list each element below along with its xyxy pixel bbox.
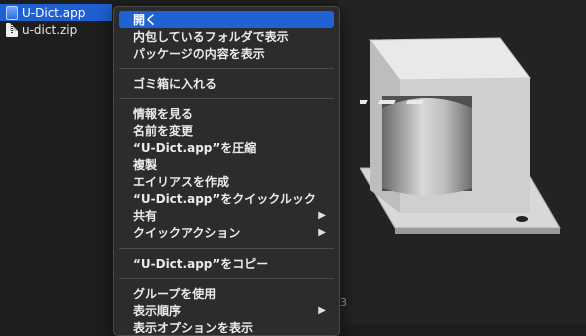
- menu-item-show-package-contents[interactable]: パッケージの内容を表示: [119, 45, 334, 62]
- menu-separator: [119, 98, 334, 99]
- submenu-arrow-icon: ▶: [318, 305, 326, 316]
- menu-item-compress[interactable]: “U-Dict.app”を圧縮: [119, 139, 334, 156]
- menu-item-move-to-trash[interactable]: ゴミ箱に入れる: [119, 75, 334, 92]
- menu-item-show-view-options[interactable]: 表示オプションを表示: [119, 319, 334, 336]
- menu-item-use-groups[interactable]: グループを使用: [119, 285, 334, 302]
- menu-item-label: パッケージの内容を表示: [133, 47, 265, 61]
- zip-icon: [6, 22, 18, 37]
- menu-item-label: “U-Dict.app”を圧縮: [133, 141, 257, 155]
- file-name: u-dict.zip: [22, 22, 78, 37]
- menu-item-open[interactable]: 開く: [119, 11, 334, 28]
- menu-item-share[interactable]: 共有 ▶: [119, 207, 334, 224]
- menu-item-rename[interactable]: 名前を変更: [119, 122, 334, 139]
- menu-item-label: “U-Dict.app”をコピー: [133, 257, 269, 271]
- menu-separator: [119, 68, 334, 69]
- menu-item-label: エイリアスを作成: [133, 175, 230, 189]
- file-name: U-Dict.app: [22, 5, 86, 20]
- menu-item-show-in-folder[interactable]: 内包しているフォルダで表示: [119, 28, 334, 45]
- menu-item-label: グループを使用: [133, 287, 217, 301]
- menu-item-label: 情報を見る: [133, 107, 194, 121]
- preview-text: 3: [340, 296, 347, 309]
- transformer-icon: [360, 37, 561, 234]
- file-list: U-Dict.app u-dict.zip: [0, 0, 112, 324]
- menu-item-make-alias[interactable]: エイリアスを作成: [119, 173, 334, 190]
- submenu-arrow-icon: ▶: [318, 210, 326, 221]
- menu-separator: [119, 278, 334, 279]
- menu-item-label: “U-Dict.app”をクイックルック: [133, 192, 316, 206]
- menu-item-quick-actions[interactable]: クイックアクション ▶: [119, 224, 334, 241]
- menu-item-label: クイックアクション: [133, 226, 241, 240]
- menu-item-label: 開く: [133, 13, 158, 27]
- menu-item-label: 表示オプションを表示: [133, 321, 254, 335]
- menu-item-label: 表示順序: [133, 304, 182, 318]
- file-row-u-dict-zip[interactable]: u-dict.zip: [0, 21, 77, 38]
- context-menu: 開く 内包しているフォルダで表示 パッケージの内容を表示 ゴミ箱に入れる 情報を…: [113, 6, 340, 336]
- menu-item-sort-by[interactable]: 表示順序 ▶: [119, 302, 334, 319]
- file-row-u-dict-app[interactable]: U-Dict.app: [0, 4, 112, 21]
- app-icon: [6, 5, 18, 20]
- menu-item-copy[interactable]: “U-Dict.app”をコピー: [119, 255, 334, 272]
- menu-item-label: 複製: [133, 158, 158, 172]
- menu-item-quick-look[interactable]: “U-Dict.app”をクイックルック: [119, 190, 334, 207]
- menu-item-duplicate[interactable]: 複製: [119, 156, 334, 173]
- menu-item-get-info[interactable]: 情報を見る: [119, 105, 334, 122]
- menu-item-label: 内包しているフォルダで表示: [133, 30, 289, 44]
- menu-item-label: 共有: [133, 209, 158, 223]
- menu-item-label: 名前を変更: [133, 124, 194, 138]
- submenu-arrow-icon: ▶: [318, 227, 326, 238]
- menu-item-label: ゴミ箱に入れる: [133, 77, 218, 91]
- menu-separator: [119, 248, 334, 249]
